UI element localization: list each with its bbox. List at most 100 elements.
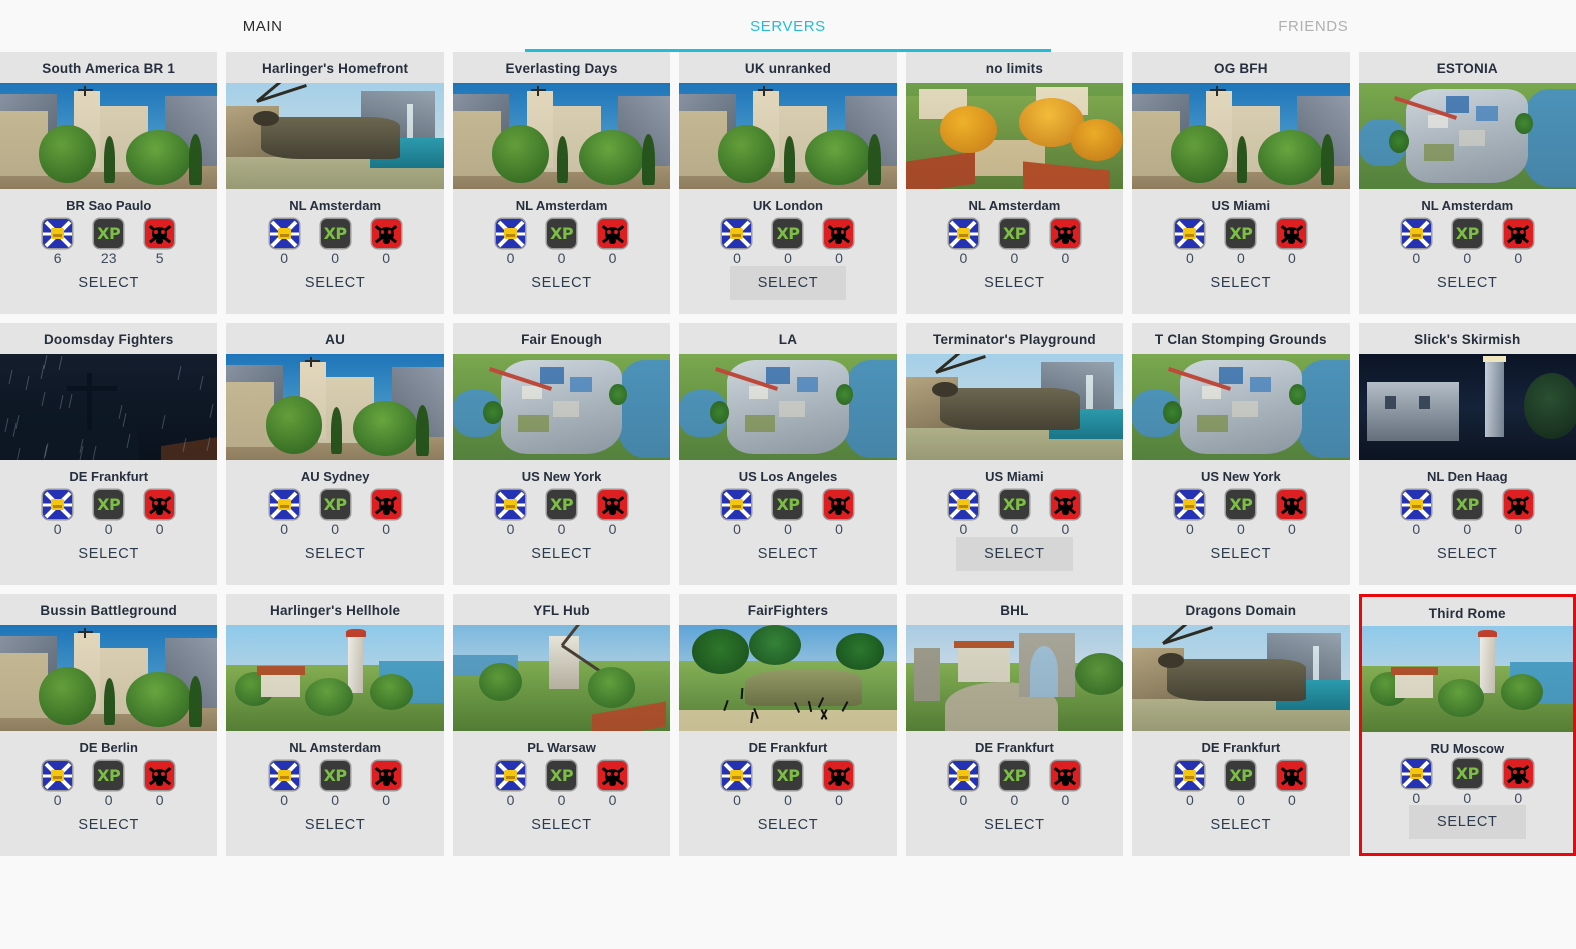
server-name: ESTONIA xyxy=(1359,52,1576,83)
server-name: South America BR 1 xyxy=(0,52,217,83)
server-card[interactable]: Doomsday Fighters DE Frankfurt 0 XP 0 0 SELECT xyxy=(0,323,217,585)
select-button[interactable]: SELECT xyxy=(1183,266,1300,300)
server-location: NL Amsterdam xyxy=(1359,189,1576,219)
select-button-area: SELECT xyxy=(906,808,1123,856)
select-button[interactable]: SELECT xyxy=(730,266,847,300)
server-card[interactable]: no limits NL Amsterdam 0 XP 0 0 SELECT xyxy=(906,52,1123,314)
xp-icon-label: XP xyxy=(1229,497,1252,513)
kills-stat: 0 xyxy=(144,490,176,536)
players-value: 0 xyxy=(1186,522,1194,536)
kills-stat: 0 xyxy=(1049,219,1081,265)
select-button[interactable]: SELECT xyxy=(1183,537,1300,571)
server-card[interactable]: Fair Enough US New York 0 XP 0 0 SELECT xyxy=(453,323,670,585)
server-name: T Clan Stomping Grounds xyxy=(1132,323,1349,354)
server-card[interactable]: Dragons Domain DE Frankfurt 0 XP 0 0 SELECT xyxy=(1132,594,1349,856)
server-card[interactable]: FairFighters DE Frankfurt 0 XP 0 0 SELECT xyxy=(679,594,896,856)
server-name: Everlasting Days xyxy=(453,52,670,83)
players-icon xyxy=(270,219,299,248)
select-button[interactable]: SELECT xyxy=(50,537,167,571)
xp-stat: XP 0 xyxy=(772,219,804,265)
server-card[interactable]: Harlinger's Homefront NL Amsterdam 0 XP 0 0 SE… xyxy=(226,52,443,314)
select-button[interactable]: SELECT xyxy=(1409,537,1526,571)
xp-icon-label: XP xyxy=(324,497,347,513)
server-card[interactable]: BHL DE Frankfurt 0 XP 0 0 SELECT xyxy=(906,594,1123,856)
skull-icon xyxy=(1277,490,1306,519)
server-card[interactable]: Harlinger's Hellhole NL Amsterdam 0 XP 0 0 SEL… xyxy=(226,594,443,856)
xp-value: 0 xyxy=(558,793,566,807)
xp-icon-label: XP xyxy=(97,497,120,513)
select-button[interactable]: SELECT xyxy=(277,266,394,300)
select-button[interactable]: SELECT xyxy=(50,808,167,842)
server-thumbnail xyxy=(1359,83,1576,189)
select-button[interactable]: SELECT xyxy=(277,808,394,842)
select-button[interactable]: SELECT xyxy=(956,266,1073,300)
server-name: Harlinger's Hellhole xyxy=(226,594,443,625)
select-button[interactable]: SELECT xyxy=(503,808,620,842)
server-card[interactable]: ESTONIA NL Amsterdam 0 XP 0 0 SELECT xyxy=(1359,52,1576,314)
server-card[interactable]: Slick's Skirmish NL Den Haag 0 XP 0 0 SELECT xyxy=(1359,323,1576,585)
xp-icon-label: XP xyxy=(1229,226,1252,242)
xp-stat: XP 0 xyxy=(998,490,1030,536)
select-button[interactable]: SELECT xyxy=(1183,808,1300,842)
xp-value: 23 xyxy=(101,251,117,265)
skull-icon xyxy=(598,490,627,519)
server-card[interactable]: OG BFH US Miami 0 XP 0 0 SELECT xyxy=(1132,52,1349,314)
server-thumbnail xyxy=(453,625,670,731)
select-button[interactable]: SELECT xyxy=(1409,805,1526,839)
xp-icon-label: XP xyxy=(550,497,573,513)
server-card[interactable]: AU AU Sydney 0 XP 0 0 SELECT xyxy=(226,323,443,585)
select-button-area: SELECT xyxy=(226,537,443,585)
xp-value: 0 xyxy=(558,522,566,536)
select-button[interactable]: SELECT xyxy=(50,266,167,300)
xp-icon: XP xyxy=(773,219,802,248)
select-button[interactable]: SELECT xyxy=(956,537,1073,571)
server-card[interactable]: Everlasting Days NL Amsterdam 0 XP 0 0 SELECT xyxy=(453,52,670,314)
server-card[interactable]: YFL Hub PL Warsaw 0 XP 0 0 SELECT xyxy=(453,594,670,856)
players-value: 0 xyxy=(280,251,288,265)
players-icon xyxy=(722,490,751,519)
players-icon xyxy=(43,219,72,248)
server-card[interactable]: UK unranked UK London 0 XP 0 0 SELECT xyxy=(679,52,896,314)
select-button[interactable]: SELECT xyxy=(503,266,620,300)
xp-icon: XP xyxy=(547,761,576,790)
skull-icon xyxy=(372,761,401,790)
server-card[interactable]: South America BR 1 BR Sao Paulo 6 XP 23 5 SELE… xyxy=(0,52,217,314)
xp-icon: XP xyxy=(773,761,802,790)
server-card[interactable]: Terminator's Playground US Miami 0 XP 0 0 SELE… xyxy=(906,323,1123,585)
server-thumbnail xyxy=(453,83,670,189)
select-button[interactable]: SELECT xyxy=(503,537,620,571)
select-button[interactable]: SELECT xyxy=(730,537,847,571)
server-card[interactable]: T Clan Stomping Grounds US New York 0 XP 0 0 S… xyxy=(1132,323,1349,585)
server-stats: 0 XP 0 0 xyxy=(721,761,855,807)
tab-main[interactable]: MAIN xyxy=(0,0,525,52)
server-name: OG BFH xyxy=(1132,52,1349,83)
select-button[interactable]: SELECT xyxy=(730,808,847,842)
select-button[interactable]: SELECT xyxy=(277,537,394,571)
xp-icon-label: XP xyxy=(97,768,120,784)
server-name: Bussin Battleground xyxy=(0,594,217,625)
players-stat: 0 xyxy=(495,761,527,807)
xp-icon: XP xyxy=(1453,219,1482,248)
tab-servers[interactable]: SERVERS xyxy=(525,0,1050,52)
xp-value: 0 xyxy=(1463,522,1471,536)
tab-friends[interactable]: FRIENDS xyxy=(1051,0,1576,52)
players-icon xyxy=(949,761,978,790)
xp-icon: XP xyxy=(321,761,350,790)
players-icon xyxy=(949,219,978,248)
kills-value: 0 xyxy=(835,251,843,265)
xp-value: 0 xyxy=(1237,522,1245,536)
server-location: US New York xyxy=(453,460,670,490)
server-card[interactable]: Third Rome RU Moscow 0 XP 0 0 SELECT xyxy=(1359,594,1576,856)
xp-value: 0 xyxy=(105,793,113,807)
kills-value: 0 xyxy=(1062,251,1070,265)
players-icon xyxy=(1402,759,1431,788)
players-stat: 0 xyxy=(1174,219,1206,265)
xp-icon-label: XP xyxy=(550,226,573,242)
server-card[interactable]: Bussin Battleground DE Berlin 0 XP 0 0 SELECT xyxy=(0,594,217,856)
select-button[interactable]: SELECT xyxy=(956,808,1073,842)
xp-stat: XP 0 xyxy=(319,219,351,265)
server-name: Doomsday Fighters xyxy=(0,323,217,354)
server-card[interactable]: LA US Los Angeles 0 XP 0 0 SELECT xyxy=(679,323,896,585)
select-button-area: SELECT xyxy=(1132,537,1349,585)
select-button[interactable]: SELECT xyxy=(1409,266,1526,300)
